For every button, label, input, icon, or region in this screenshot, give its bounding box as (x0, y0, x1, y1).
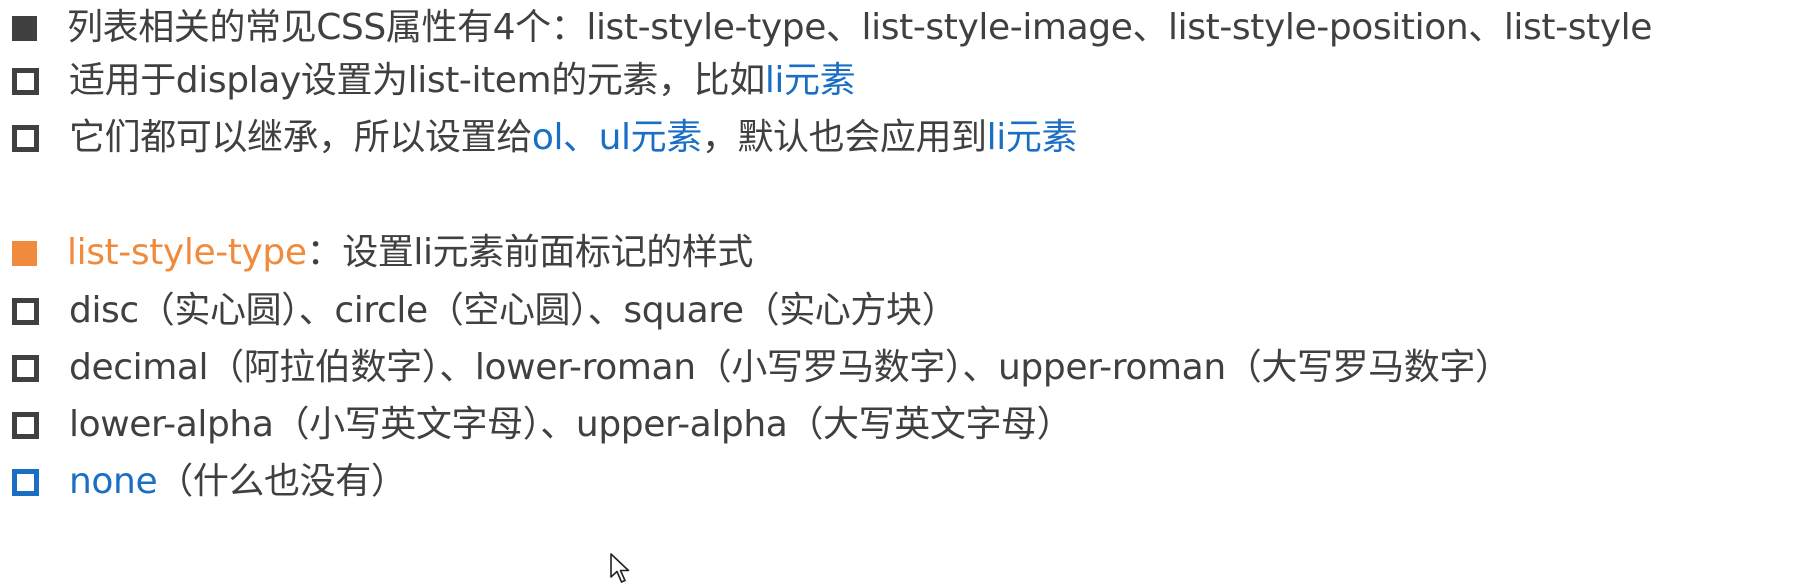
disc-circle-square-line: disc（实心圆）、circle（空心圆）、square（实心方块） (12, 286, 958, 336)
property-description: ：设置li元素前面标记的样式 (306, 232, 754, 273)
css-list-properties-line: 列表相关的常见CSS属性有4个：list-style-type、list-sty… (12, 3, 1652, 53)
line-text: （什么也没有） (157, 461, 407, 502)
list-item-applicability-line: 适用于display设置为list-item的元素，比如 li元素 (12, 56, 856, 106)
list-style-type-heading: list-style-type ：设置li元素前面标记的样式 (12, 228, 753, 278)
filled-square-bullet-icon (12, 240, 37, 266)
hollow-square-bullet-icon (12, 411, 39, 439)
none-line: none （什么也没有） (12, 457, 407, 507)
inheritance-line: 它们都可以继承，所以设置给 ol、ul元素 ，默认也会应用到 li元素 (12, 113, 1077, 163)
hollow-square-bullet-icon (12, 354, 39, 382)
alpha-line: lower-alpha（小写英文字母）、upper-alpha（大写英文字母） (12, 400, 1073, 450)
highlight-text: li元素 (764, 60, 856, 101)
highlight-text: ol、ul元素 (531, 117, 702, 158)
hollow-square-bullet-icon (12, 297, 39, 325)
hollow-square-bullet-icon (12, 67, 39, 95)
line-text: 它们都可以继承，所以设置给 (69, 117, 532, 158)
line-text: 列表相关的常见CSS属性有4个：list-style-type、list-sty… (67, 7, 1653, 48)
highlight-text: none (69, 461, 158, 502)
line-text: 适用于display设置为list-item的元素，比如 (69, 60, 765, 101)
decimal-roman-line: decimal（阿拉伯数字）、lower-roman（小写罗马数字）、upper… (12, 343, 1511, 393)
line-text: lower-alpha（小写英文字母）、upper-alpha（大写英文字母） (69, 404, 1073, 445)
highlight-text: li元素 (986, 117, 1078, 158)
hollow-square-bullet-icon (12, 124, 39, 152)
hollow-square-bullet-icon (12, 468, 39, 496)
line-text: ，默认也会应用到 (701, 117, 987, 158)
line-text: decimal（阿拉伯数字）、lower-roman（小写罗马数字）、upper… (69, 347, 1511, 388)
property-name: list-style-type (67, 232, 307, 273)
mouse-pointer-icon (610, 553, 630, 583)
line-text: disc（实心圆）、circle（空心圆）、square（实心方块） (69, 290, 958, 331)
filled-square-bullet-icon (12, 15, 37, 41)
